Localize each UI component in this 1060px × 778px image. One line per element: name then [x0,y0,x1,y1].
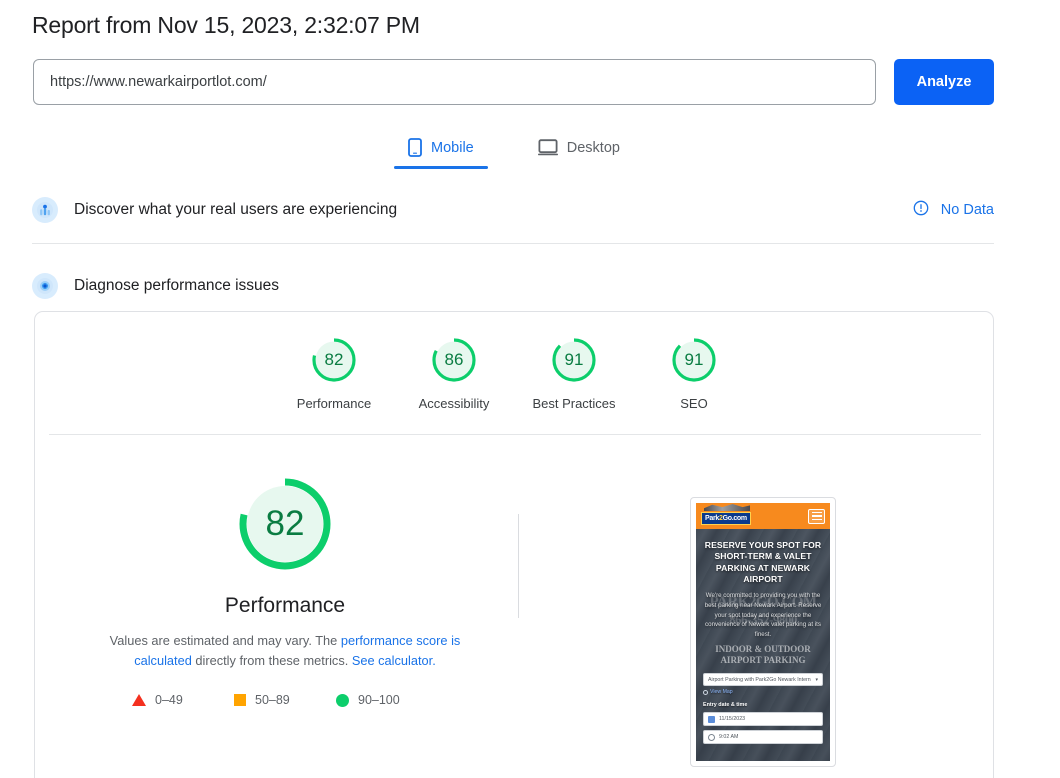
page-title: Report from Nov 15, 2023, 2:32:07 PM [32,12,420,38]
desktop-icon [537,139,558,156]
parking-location-value: Airport Parking with Park2Go Newark Inte… [708,676,811,683]
entry-date-value: 11/15/2023 [719,716,746,723]
gauge-performance: 82 [310,336,358,384]
device-tabs: Mobile Desktop [0,130,1028,169]
legend-range-high: 90–100 [358,693,400,708]
gauge-accessibility-label: Accessibility [418,396,490,411]
entry-datetime-label: Entry date & time [703,702,748,709]
banner-line-1: INDOOR & OUTDOOR [715,644,811,655]
site-logo: Park2Go.com [701,511,751,525]
score-accessibility[interactable]: 86 Accessibility [394,336,514,411]
square-icon [234,694,246,707]
lab-data-section: Diagnose performance issues [32,272,994,300]
site-header: Park2Go.com [696,503,830,529]
entry-time-value: 9:02 AM [719,734,739,741]
gauge-best-practices: 91 [550,336,598,384]
tab-mobile[interactable]: Mobile [394,130,488,169]
site-logo-tail: Go.com [722,514,748,522]
category-scores: 82 Performance 86 Accessibility 91 Best … [35,312,993,411]
gauge-performance-large: 82 [235,474,335,574]
performance-desc-part1: Values are estimated and may vary. The [109,633,341,648]
section-divider [32,243,994,244]
card-divider [49,434,981,435]
legend-item-medium: 50–89 [234,693,336,707]
entry-date-field[interactable]: 11/15/2023 [703,712,823,727]
gauge-accessibility-value: 86 [444,350,464,369]
calendar-icon [708,715,715,723]
score-seo[interactable]: 91 SEO [634,336,754,411]
pagespeed-insights-report: Report from Nov 15, 2023, 2:32:07 PM Ana… [0,0,1060,778]
hero-heading: RESERVE YOUR SPOT FOR SHORT-TERM & VALET… [704,540,822,585]
score-best-practices[interactable]: 91 Best Practices [514,336,634,411]
legend-item-low: 0–49 [132,693,234,707]
banner-line-2: AIRPORT PARKING [720,655,806,666]
see-calculator-link[interactable]: See calculator. [352,653,436,668]
gauge-performance-label: Performance [296,396,372,411]
url-row [33,59,876,105]
score-legend: 0–49 50–89 90–100 [132,693,438,707]
view-map-label: View Map [710,689,733,696]
gauge-seo: 91 [670,336,718,384]
legend-range-low: 0–49 [155,693,183,708]
gauge-accessibility: 86 [430,336,478,384]
performance-summary: 82 Performance Values are estimated and … [35,474,535,707]
location-pin-icon [703,689,708,695]
lighthouse-icon [32,273,58,299]
url-input[interactable] [33,59,876,105]
hamburger-menu-icon[interactable] [808,508,825,524]
triangle-icon [132,694,146,707]
mobile-icon [408,138,422,157]
gauge-performance-value: 82 [324,350,344,369]
vertical-divider [518,514,519,618]
tab-desktop-label: Desktop [566,139,620,156]
gauge-best-practices-value: 91 [564,350,584,369]
no-data-label: No Data [940,202,994,218]
chevron-down-icon: ▾ [815,676,818,683]
site-banner-art [704,504,750,511]
site-logo-text: Park [705,514,719,522]
field-data-section: Discover what your real users are experi… [32,196,994,224]
view-map-link[interactable]: View Map [703,689,823,695]
entry-time-field[interactable]: 9:02 AM [703,730,823,745]
legend-item-high: 90–100 [336,693,438,707]
tab-mobile-label: Mobile [431,139,474,156]
gauge-seo-label: SEO [680,396,708,411]
gauge-performance-large-value: 82 [265,504,305,543]
hero-banner: INDOOR & OUTDOOR AIRPORT PARKING [703,644,823,666]
no-data-status[interactable]: No Data [913,200,994,220]
page-screenshot-thumbnail[interactable]: Park2Go.com PARK2GO.COM 866-352-9800 RES… [690,497,836,767]
parking-location-select[interactable]: Airport Parking with Park2Go Newark Inte… [703,673,823,687]
real-users-icon [32,197,58,223]
legend-range-medium: 50–89 [255,693,290,708]
circle-icon [336,693,349,707]
clock-icon [708,733,715,741]
gauge-seo-value: 91 [684,350,704,369]
tab-desktop[interactable]: Desktop [524,130,634,169]
performance-description: Values are estimated and may vary. The p… [85,631,485,671]
screenshot-screen: Park2Go.com PARK2GO.COM 866-352-9800 RES… [696,503,830,761]
analyze-button[interactable]: Analyze [894,59,994,105]
hero-subtext: We're committed to providing you with th… [704,592,822,638]
score-performance[interactable]: 82 Performance [274,336,394,411]
gauge-best-practices-label: Best Practices [532,396,616,411]
field-data-label: Discover what your real users are experi… [74,201,398,218]
site-hero: PARK2GO.COM 866-352-9800 RESERVE YOUR SP… [696,529,830,761]
performance-desc-part2: directly from these metrics. [191,653,352,669]
info-icon [913,200,929,220]
performance-title: Performance [224,594,346,617]
diagnostics-card: 82 Performance 86 Accessibility 91 Best … [34,311,994,778]
lab-data-label: Diagnose performance issues [74,277,280,294]
